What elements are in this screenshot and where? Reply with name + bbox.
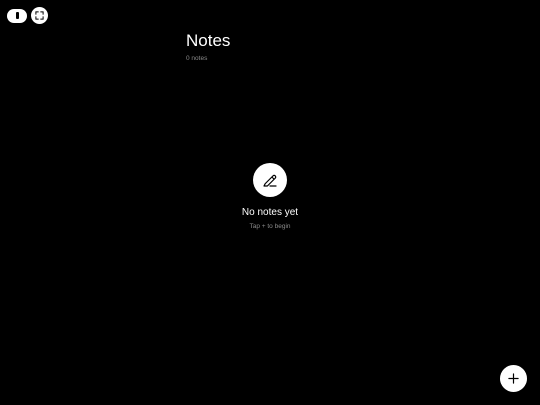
add-note-button[interactable] [500, 365, 527, 392]
top-controls [7, 7, 48, 24]
page-header: Notes 0 notes [186, 31, 230, 63]
notes-screen: Notes 0 notes No notes yet Tap + to begi… [0, 0, 540, 405]
empty-state-hint: Tap + to begin [249, 223, 291, 230]
pencil-icon [263, 174, 277, 187]
empty-state-badge [253, 163, 287, 197]
empty-state: No notes yet Tap + to begin [0, 163, 540, 231]
fullscreen-icon [35, 11, 44, 20]
plus-icon [508, 373, 519, 384]
empty-state-title: No notes yet [241, 207, 299, 218]
fullscreen-button[interactable] [31, 7, 48, 24]
pause-icon [15, 12, 19, 19]
page-title: Notes [186, 31, 231, 50]
pause-button[interactable] [7, 8, 27, 23]
notes-count: 0 notes [186, 55, 208, 62]
